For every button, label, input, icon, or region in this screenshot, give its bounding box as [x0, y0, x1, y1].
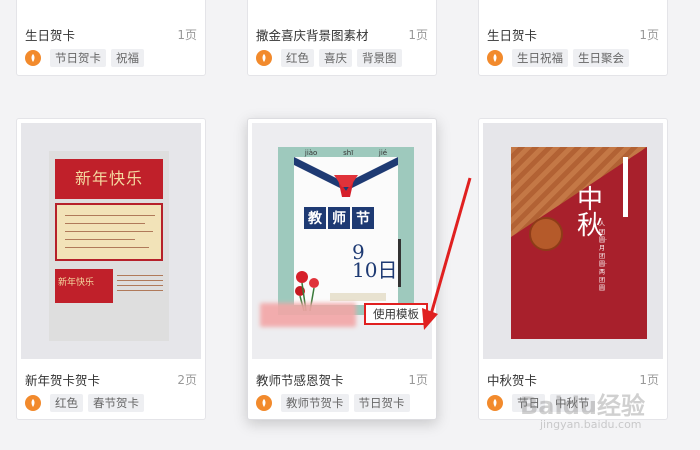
new-year-card-preview: 新年快乐 新年快乐: [49, 151, 169, 341]
tag[interactable]: 节日贺卡: [50, 49, 106, 67]
card-pages: 1页: [408, 373, 428, 387]
preview-subtitle: 人团圆·月团圆·两团圆: [599, 221, 607, 292]
category-icon: [25, 50, 41, 66]
mid-autumn-card-preview: 中秋 人团圆·月团圆·两团圆: [511, 147, 647, 339]
category-icon: [256, 395, 272, 411]
tag[interactable]: 喜庆: [319, 49, 352, 67]
category-icon: [25, 395, 41, 411]
category-icon: [256, 50, 272, 66]
preview-pinyin: jiào shī jié: [304, 149, 388, 157]
card-thumbnail[interactable]: jiào shī jié 教 师 节 9 10日 使用模板: [252, 123, 432, 359]
tag-list: 红色 喜庆 背景图: [256, 49, 402, 67]
blurred-label: [260, 303, 356, 327]
card-thumbnail[interactable]: 中秋 人团圆·月团圆·两团圆: [483, 123, 663, 359]
tag[interactable]: 红色: [50, 394, 83, 412]
preview-headline: 新年快乐: [74, 169, 143, 188]
card-thumbnail[interactable]: 新年快乐 新年快乐: [21, 123, 201, 359]
tag-list: 教师节贺卡 节日贺卡: [256, 394, 410, 412]
category-icon: [487, 395, 503, 411]
tag[interactable]: 背景图: [357, 49, 402, 67]
category-icon: [487, 50, 503, 66]
template-card-mid-autumn[interactable]: 中秋 人团圆·月团圆·两团圆 中秋贺卡 1页 节日 中秋节: [478, 118, 668, 420]
card-pages: 1页: [639, 28, 659, 42]
tag-list: 生日祝福 生日聚会: [487, 49, 629, 67]
watermark-brand: Baidu经验: [520, 392, 645, 420]
tag[interactable]: 生日祝福: [512, 49, 568, 67]
preview-card-text: 新年快乐: [58, 278, 95, 288]
tag[interactable]: 红色: [281, 49, 314, 67]
template-card-birthday-1[interactable]: 生日贺卡 1页 节日贺卡 祝福: [16, 0, 206, 76]
tag[interactable]: 生日聚会: [573, 49, 629, 67]
tag-list: 节日贺卡 祝福: [25, 49, 144, 67]
tag[interactable]: 祝福: [111, 49, 144, 67]
teachers-day-card-preview: jiào shī jié 教 师 节 9 10日: [278, 147, 414, 315]
card-title: 生日贺卡: [487, 28, 538, 43]
tag[interactable]: 节日贺卡: [353, 394, 410, 412]
card-pages: 1页: [408, 28, 428, 42]
watermark-url: jingyan.baidu.com: [540, 418, 642, 431]
card-title: 生日贺卡: [25, 28, 76, 43]
card-title[interactable]: 教师节感恩贺卡: [256, 370, 344, 389]
template-card-new-year[interactable]: 新年快乐 新年快乐 新年贺卡贺卡 2页 红色 春节贺卡: [16, 118, 206, 420]
preview-headline: 教 师 节: [304, 207, 374, 229]
use-template-button[interactable]: 使用模板: [364, 303, 428, 325]
tag-list: 红色 春节贺卡: [25, 394, 144, 412]
preview-date: 9 10日: [352, 240, 398, 282]
card-title[interactable]: 新年贺卡贺卡: [25, 370, 100, 389]
template-card-gold-background[interactable]: 撒金喜庆背景图素材 1页 红色 喜庆 背景图: [247, 0, 437, 76]
card-pages: 1页: [177, 28, 197, 42]
card-title: 撒金喜庆背景图素材: [256, 28, 369, 43]
tag[interactable]: 教师节贺卡: [281, 394, 349, 412]
tag[interactable]: 春节贺卡: [88, 394, 144, 412]
template-card-birthday-2[interactable]: 生日贺卡 1页 生日祝福 生日聚会: [478, 0, 668, 76]
card-pages: 2页: [177, 373, 197, 387]
template-card-teachers-day[interactable]: jiào shī jié 教 师 节 9 10日 使用模板 教师节感恩贺卡 1页: [247, 118, 437, 420]
